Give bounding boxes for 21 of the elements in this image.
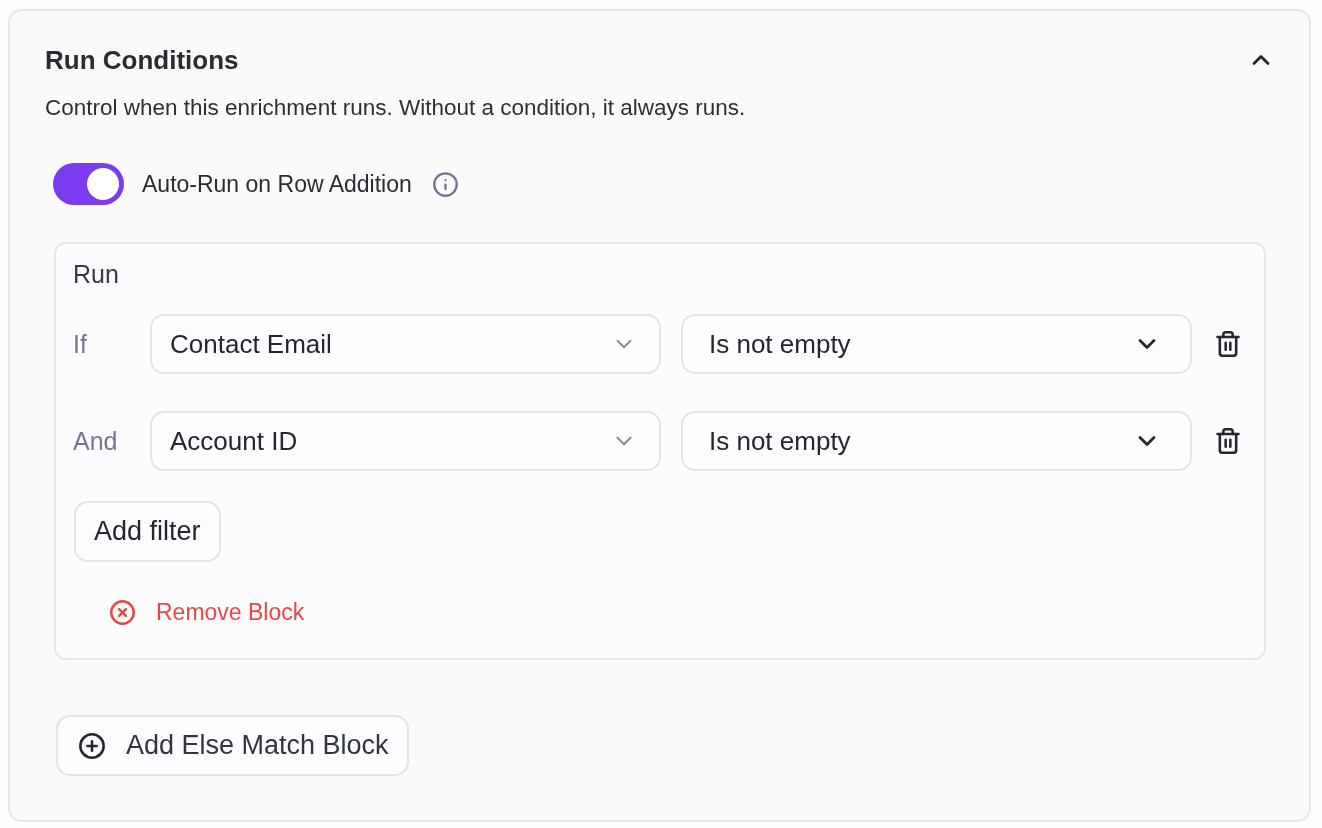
field-select[interactable]: Contact Email bbox=[150, 314, 661, 374]
toggle-switch[interactable] bbox=[53, 163, 124, 205]
field-select[interactable]: Account ID bbox=[150, 411, 661, 471]
add-icon bbox=[78, 731, 106, 760]
delete-button[interactable] bbox=[1214, 330, 1242, 358]
remove-block-button[interactable]: Remove Block bbox=[109, 597, 305, 627]
block-heading: Run bbox=[73, 259, 119, 289]
panel-title: Run Conditions bbox=[45, 44, 239, 76]
auto-run-label: Auto-Run on Row Addition bbox=[142, 170, 412, 199]
trash-icon bbox=[1214, 330, 1242, 358]
operator-select[interactable]: Is not empty bbox=[681, 314, 1192, 374]
operator-select[interactable]: Is not empty bbox=[681, 411, 1192, 471]
add-filter-button[interactable]: Add filter bbox=[74, 501, 221, 562]
remove-icon bbox=[109, 598, 136, 626]
info-icon bbox=[431, 170, 459, 198]
trash-icon bbox=[1214, 427, 1242, 455]
condition-connector-label: And bbox=[73, 426, 119, 456]
add-else-block-button[interactable]: Add Else Match Block bbox=[56, 715, 409, 776]
condition-connector-label: If bbox=[73, 329, 88, 359]
panel-description: Control when this enrichment runs. Without a condition, it always runs. bbox=[45, 94, 747, 122]
delete-button[interactable] bbox=[1214, 427, 1242, 455]
